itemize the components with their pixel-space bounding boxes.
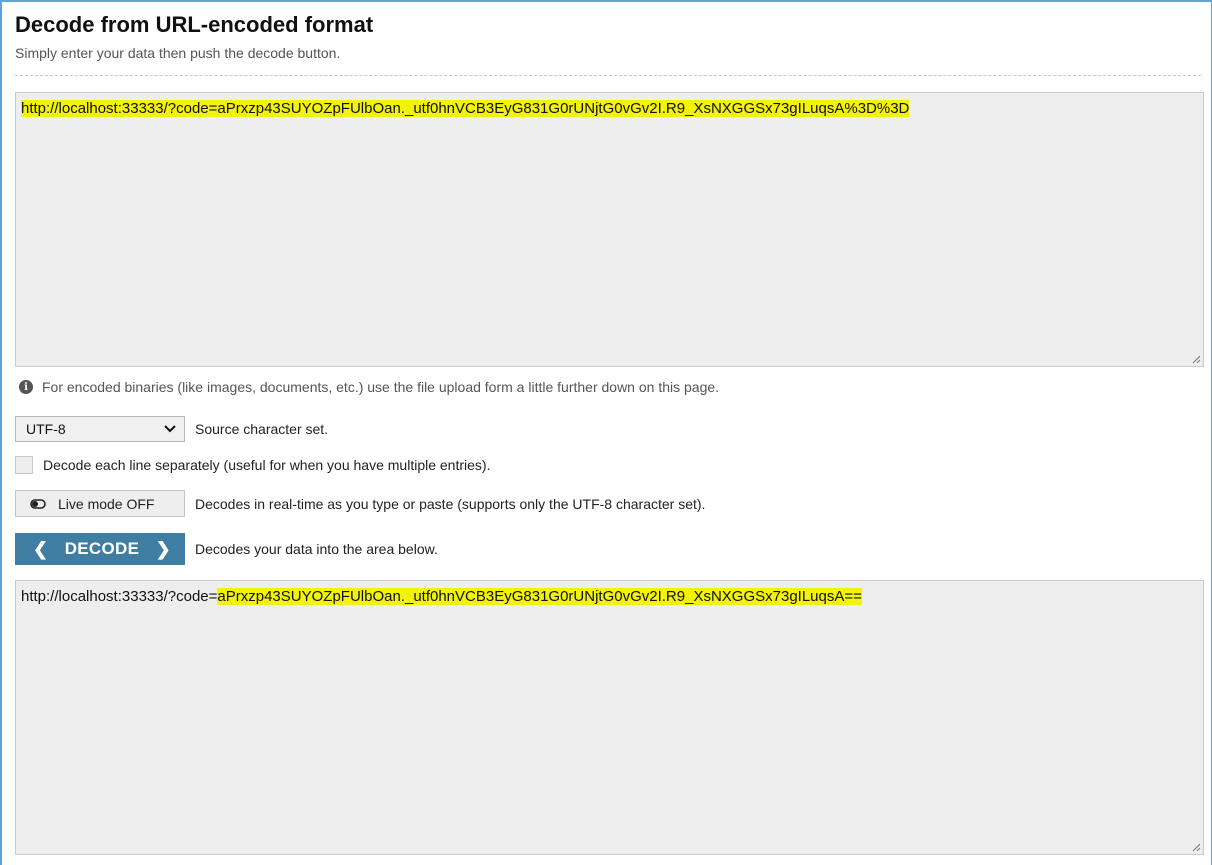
decode-description: Decodes your data into the area below. [195,541,438,557]
header-divider [15,75,1201,76]
live-mode-description: Decodes in real-time as you type or past… [195,495,706,512]
resize-grip-icon[interactable] [1191,842,1201,852]
charset-select[interactable]: UTF-8 [15,416,185,442]
charset-selected-value: UTF-8 [26,421,66,437]
live-mode-button[interactable]: Live mode OFF [15,490,185,517]
resize-grip-icon[interactable] [1191,354,1201,364]
info-icon: i [19,380,33,394]
output-text-highlighted: aPrxzp43SUYOZpFUlbOan._utf0hnVCB3EyG831G… [217,588,862,605]
decode-row: ❮ DECODE ❯ Decodes your data into the ar… [15,533,438,565]
each-line-row: Decode each line separately (useful for … [15,456,490,474]
charset-row: UTF-8 Source character set. [15,416,328,442]
decode-button[interactable]: ❮ DECODE ❯ [15,533,185,565]
output-textarea[interactable]: http://localhost:33333/?code=aPrxzp43SUY… [15,580,1204,855]
each-line-label: Decode each line separately (useful for … [43,457,491,473]
each-line-checkbox[interactable] [15,456,33,474]
binary-upload-note-text: For encoded binaries (like images, docum… [42,379,720,395]
live-mode-button-label: Live mode OFF [58,495,155,512]
chevron-right-icon: ❯ [155,538,171,559]
chevron-down-icon [164,425,176,433]
page-subtitle: Simply enter your data then push the dec… [15,45,341,61]
live-mode-row: Live mode OFF Decodes in real-time as yo… [15,490,705,517]
page-title: Decode from URL-encoded format [15,12,374,37]
toggle-icon [30,498,46,509]
output-text-prefix: http://localhost:33333/?code= [21,588,218,605]
input-text-highlighted: http://localhost:33333/?code=aPrxzp43SUY… [21,100,910,117]
chevron-left-icon: ❮ [33,538,49,559]
page-frame: Decode from URL-encoded format Simply en… [0,0,1212,865]
charset-label: Source character set. [195,421,329,437]
binary-upload-note: i For encoded binaries (like images, doc… [19,379,719,395]
input-textarea[interactable]: http://localhost:33333/?code=aPrxzp43SUY… [15,92,1204,367]
decode-button-label: DECODE [64,539,140,558]
